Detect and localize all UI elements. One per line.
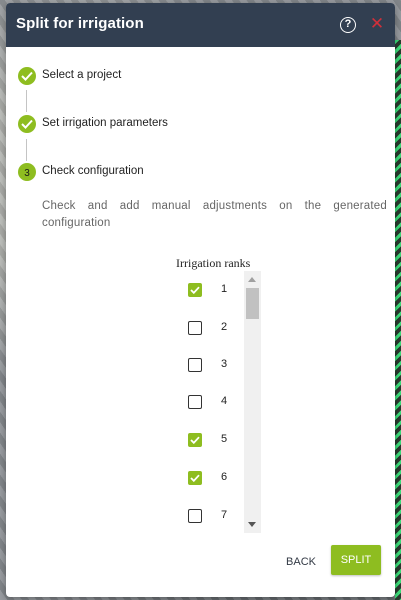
split-button[interactable]: SPLIT [331, 545, 381, 575]
map-background-strip [395, 40, 401, 600]
irrigation-ranks-title: Irrigation ranks [176, 256, 251, 270]
stepper: Select a project Set irrigation paramete… [6, 47, 395, 197]
step-complete-badge [18, 115, 36, 133]
rank-row[interactable]: 3 [172, 351, 242, 381]
rank-label: 6 [221, 471, 228, 483]
rank-checkbox[interactable] [188, 395, 202, 409]
checkmark-icon [190, 474, 200, 482]
rank-checkbox[interactable] [188, 509, 202, 523]
rank-row[interactable]: 2 [172, 314, 242, 344]
rank-label: 7 [221, 509, 228, 521]
scroll-up-arrow-icon[interactable] [248, 277, 256, 282]
step-number: 3 [24, 168, 30, 179]
rank-row[interactable]: 6 [172, 464, 242, 494]
step-label: Set irrigation parameters [42, 117, 168, 129]
scroll-down-arrow-icon[interactable] [248, 522, 256, 527]
rank-label: 1 [221, 283, 228, 295]
rank-label: 5 [221, 433, 228, 445]
dialog-title: Split for irrigation [16, 15, 144, 32]
rank-label: 4 [221, 395, 228, 407]
rank-row[interactable]: 4 [172, 388, 242, 418]
rank-checkbox[interactable] [188, 358, 202, 372]
step-description: Check and add manual adjustments on the … [42, 200, 387, 229]
back-button[interactable]: BACK [283, 548, 319, 576]
rank-checkbox[interactable] [188, 433, 202, 447]
help-circle-icon[interactable]: ? [340, 17, 356, 33]
rank-row[interactable]: 1 [172, 276, 242, 306]
step-complete-badge [18, 67, 36, 85]
step-label: Select a project [42, 69, 122, 81]
rank-row[interactable]: 7 [172, 502, 242, 532]
rank-label: 2 [221, 321, 228, 333]
rank-checkbox[interactable] [188, 471, 202, 485]
scroll-thumb[interactable] [246, 288, 259, 319]
step-label: Check configuration [42, 165, 144, 177]
checkmark-icon [21, 71, 33, 81]
close-icon[interactable]: ✕ [369, 15, 385, 33]
rank-checkbox[interactable] [188, 321, 202, 335]
step-number-badge: 3 [18, 163, 36, 181]
checkmark-icon [190, 436, 200, 444]
ranks-scrollbar[interactable] [244, 271, 261, 533]
checkmark-icon [190, 286, 200, 294]
split-irrigation-dialog: Split for irrigation ? ✕ Select a projec… [6, 3, 395, 597]
rank-label: 3 [221, 358, 228, 370]
step-connector [26, 90, 27, 112]
step-connector [26, 139, 27, 161]
rank-checkbox[interactable] [188, 283, 202, 297]
rank-row[interactable]: 5 [172, 426, 242, 456]
checkmark-icon [21, 119, 33, 129]
dialog-header: Split for irrigation ? ✕ [6, 3, 395, 47]
